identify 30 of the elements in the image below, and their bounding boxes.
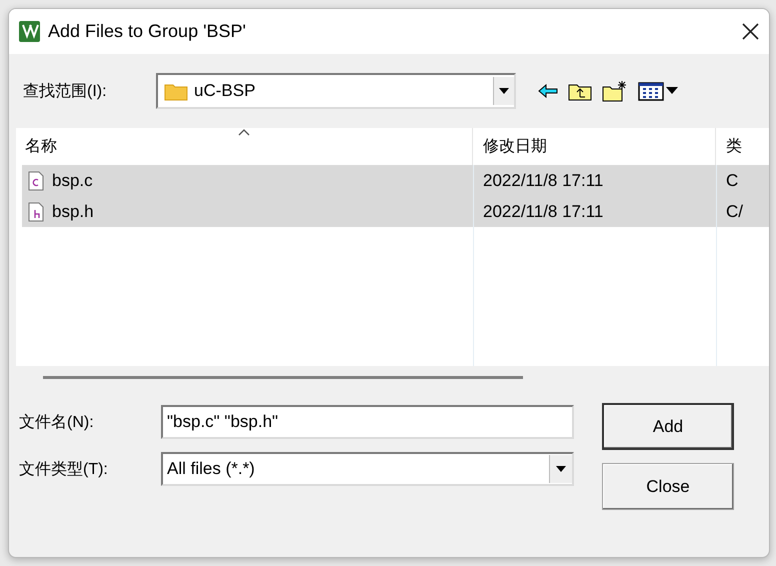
table-cell-text: C bbox=[725, 170, 740, 190]
file-name: bsp.h bbox=[52, 202, 94, 222]
dialog-button[interactable]: Close bbox=[602, 463, 734, 510]
back-arrow-icon[interactable] bbox=[538, 84, 558, 98]
dialog-button[interactable]: Add bbox=[602, 403, 734, 450]
modified-date: 2022/11/8 17:11 bbox=[482, 202, 604, 222]
file-type-dropdown[interactable]: All files (*.*) bbox=[161, 452, 574, 486]
new-folder-icon[interactable] bbox=[602, 80, 628, 102]
window-title: Add Files to Group 'BSP' bbox=[48, 21, 247, 42]
close-icon[interactable] bbox=[742, 23, 759, 40]
horizontal-scrollbar[interactable] bbox=[43, 376, 523, 379]
view-menu-icon[interactable] bbox=[638, 81, 680, 101]
app-icon bbox=[19, 21, 40, 42]
file-type-label: 文件类型(T): bbox=[19, 460, 109, 480]
table-cell-text: C/ bbox=[725, 202, 744, 222]
column-header[interactable]: 类 bbox=[716, 128, 756, 165]
look-in-label: 查找范围(I): bbox=[23, 82, 108, 102]
file-icon bbox=[28, 170, 44, 190]
file-name: bsp.c bbox=[52, 170, 93, 190]
folder-icon bbox=[164, 82, 188, 100]
modified-date: 2022/11/8 17:11 bbox=[482, 170, 604, 190]
file-row[interactable]: bsp.c 2022/11/8 17:11 C bbox=[22, 165, 769, 196]
file-name-label: 文件名(N): bbox=[19, 412, 95, 432]
file-icon bbox=[28, 202, 44, 222]
look-in-dropdown[interactable]: uC-BSP bbox=[156, 73, 516, 109]
caret-icon bbox=[556, 466, 566, 472]
caret-icon bbox=[499, 88, 509, 94]
file-name-field[interactable]: "bsp.c" "bsp.h" bbox=[161, 405, 574, 439]
sort-caret-icon bbox=[238, 129, 250, 136]
file-row[interactable]: bsp.h 2022/11/8 17:11 C/ bbox=[22, 196, 769, 227]
